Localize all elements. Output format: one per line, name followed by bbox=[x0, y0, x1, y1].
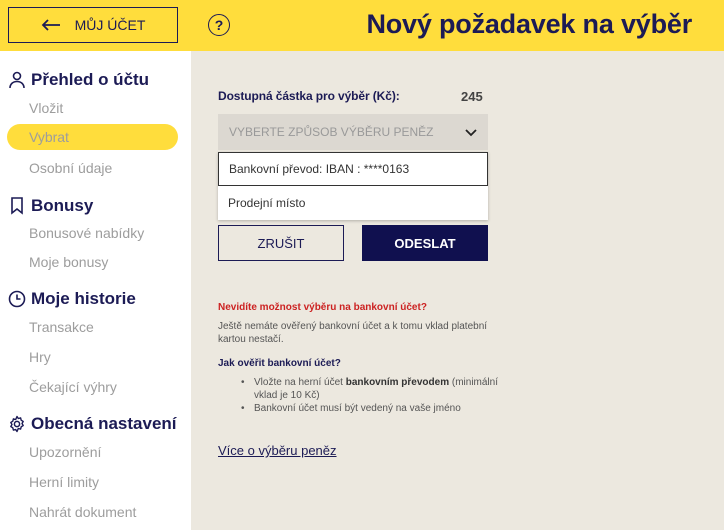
sidebar-section-account: Přehled o účtu bbox=[8, 70, 149, 90]
help-icon[interactable]: ? bbox=[208, 14, 230, 36]
sidebar-item-game-limits[interactable]: Herní limity bbox=[29, 474, 99, 490]
bullet-bold-text: bankovním převodem bbox=[345, 377, 450, 388]
bookmark-icon bbox=[8, 197, 26, 215]
option-bank-transfer[interactable]: Bankovní převod: IBAN : ****0163 bbox=[218, 152, 488, 186]
sidebar-item-pending-wins[interactable]: Čekající výhry bbox=[29, 379, 117, 395]
list-item: Vložte na herní účet bankovním převodem … bbox=[241, 376, 501, 402]
sidebar-item-my-bonuses[interactable]: Moje bonusy bbox=[29, 254, 108, 270]
arrow-left-icon bbox=[41, 19, 60, 31]
info-answer-bank: Ještě nemáte ověřený bankovní účet a k t… bbox=[218, 321, 488, 345]
clock-icon bbox=[8, 290, 26, 308]
sidebar-section-settings: Obecná nastavení bbox=[8, 414, 177, 434]
sidebar-item-bonus-offers[interactable]: Bonusové nabídky bbox=[29, 225, 144, 241]
gear-icon bbox=[8, 415, 26, 433]
sidebar-item-transactions[interactable]: Transakce bbox=[29, 319, 94, 335]
sidebar-item-deposit[interactable]: Vložit bbox=[29, 100, 63, 116]
sidebar-item-notifications[interactable]: Upozornění bbox=[29, 444, 101, 460]
sidebar-item-withdraw[interactable]: Vybrat bbox=[7, 124, 178, 150]
select-placeholder: VYBERTE ZPŮSOB VÝBĚRU PENĚZ bbox=[229, 125, 434, 139]
my-account-back-button[interactable]: MŮJ ÚČET bbox=[8, 7, 178, 43]
page-title: Nový požadavek na výběr bbox=[366, 9, 692, 39]
bullet-text: Vložte na herní účet bbox=[254, 377, 346, 388]
back-button-label: MŮJ ÚČET bbox=[74, 17, 146, 33]
submit-button[interactable]: ODESLAT bbox=[362, 225, 488, 261]
cancel-button[interactable]: ZRUŠIT bbox=[218, 225, 344, 261]
option-point-of-sale[interactable]: Prodejní místo bbox=[218, 186, 488, 220]
sidebar-item-upload-document[interactable]: Nahrát dokument bbox=[29, 504, 136, 520]
list-item: Bankovní účet musí být vedený na vaše jm… bbox=[241, 402, 501, 415]
available-amount-value: 245 bbox=[461, 89, 483, 104]
sidebar-section-history: Moje historie bbox=[8, 289, 136, 309]
withdraw-method-dropdown: Bankovní převod: IBAN : ****0163 Prodejn… bbox=[218, 152, 488, 220]
sidebar: Přehled o účtu Vložit Vybrat Osobní údaj… bbox=[0, 51, 191, 530]
chevron-down-icon bbox=[465, 129, 477, 137]
withdraw-method-select[interactable]: VYBERTE ZPŮSOB VÝBĚRU PENĚZ bbox=[218, 114, 488, 150]
sidebar-item-personal-data[interactable]: Osobní údaje bbox=[29, 160, 112, 176]
available-amount-label: Dostupná částka pro výběr (Kč): bbox=[218, 89, 400, 103]
top-header: MŮJ ÚČET ? Nový požadavek na výběr bbox=[0, 0, 724, 51]
verify-steps-list: Vložte na herní účet bankovním převodem … bbox=[241, 376, 501, 415]
info-question-bank: Nevidíte možnost výběru na bankovní účet… bbox=[218, 302, 427, 313]
main-content: Dostupná částka pro výběr (Kč): 245 VYBE… bbox=[191, 51, 724, 530]
sidebar-section-title: Přehled o účtu bbox=[31, 70, 150, 89]
sidebar-section-title: Moje historie bbox=[31, 289, 136, 308]
more-info-link[interactable]: Více o výběru peněz bbox=[218, 443, 337, 458]
sidebar-section-title: Bonusy bbox=[31, 196, 94, 215]
sidebar-section-title: Obecná nastavení bbox=[31, 414, 177, 433]
info-question-verify: Jak ověřit bankovní účet? bbox=[218, 358, 341, 369]
sidebar-section-bonuses: Bonusy bbox=[8, 196, 93, 216]
sidebar-item-games[interactable]: Hry bbox=[29, 349, 51, 365]
person-icon bbox=[8, 71, 26, 89]
sidebar-item-label: Vybrat bbox=[29, 129, 69, 145]
